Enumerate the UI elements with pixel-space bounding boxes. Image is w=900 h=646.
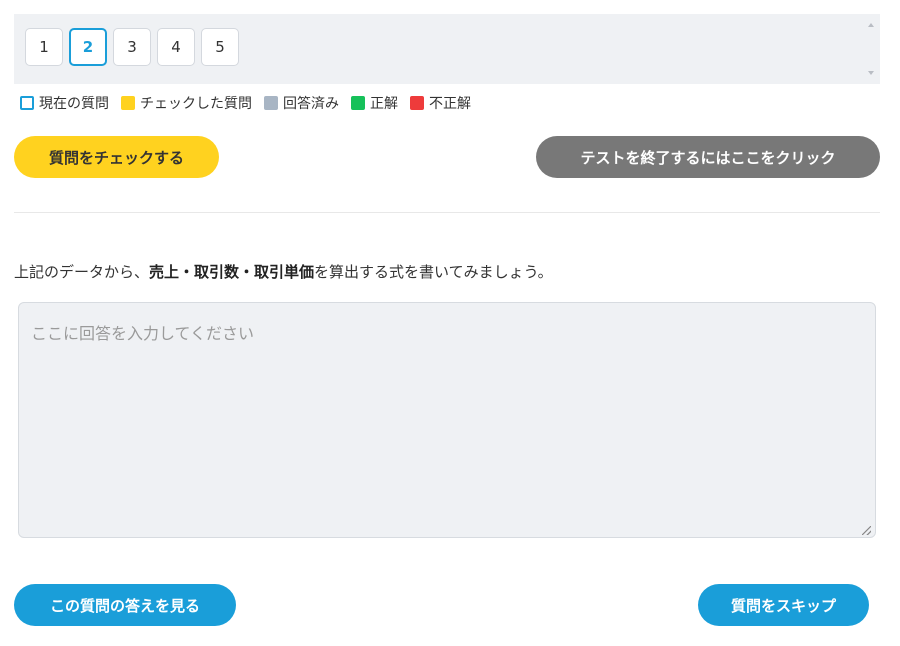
- divider: [14, 212, 880, 213]
- scroll-down-arrow-icon[interactable]: [868, 71, 874, 75]
- question-3-button[interactable]: 3: [113, 28, 151, 66]
- skip-question-button[interactable]: 質問をスキップ: [698, 584, 869, 626]
- checked-swatch-icon: [121, 96, 135, 110]
- legend-answered-label: 回答済み: [283, 96, 339, 112]
- quiz-page: 1 2 3 4 5 現在の質問 チェックした質問 回答済み 正解 不正解 質問を…: [0, 0, 900, 646]
- navigator-scrollbar[interactable]: [864, 14, 880, 84]
- legend-correct: 正解: [351, 93, 398, 113]
- legend-incorrect-label: 不正解: [429, 96, 471, 112]
- correct-swatch-icon: [351, 96, 365, 110]
- question-text: 上記のデータから、売上・取引数・取引単価を算出する式を書いてみましょう。: [14, 261, 553, 282]
- legend-checked: チェックした質問: [121, 93, 252, 113]
- resize-handle-icon[interactable]: [862, 526, 871, 535]
- finish-test-button[interactable]: テストを終了するにはここをクリック: [536, 136, 880, 178]
- current-swatch-icon: [20, 96, 34, 110]
- question-suffix: を算出する式を書いてみましょう。: [314, 263, 553, 281]
- legend-checked-label: チェックした質問: [140, 96, 252, 112]
- legend-correct-label: 正解: [370, 96, 398, 112]
- scroll-up-arrow-icon[interactable]: [868, 23, 874, 27]
- answer-textarea[interactable]: [18, 302, 876, 538]
- question-number-list: 1 2 3 4 5: [25, 28, 239, 66]
- incorrect-swatch-icon: [410, 96, 424, 110]
- question-4-button[interactable]: 4: [157, 28, 195, 66]
- question-emphasis: 売上・取引数・取引単価: [149, 263, 315, 281]
- question-navigator: 1 2 3 4 5: [14, 14, 880, 84]
- legend-current-label: 現在の質問: [39, 96, 109, 112]
- question-2-button[interactable]: 2: [69, 28, 107, 66]
- status-legend: 現在の質問 チェックした質問 回答済み 正解 不正解: [20, 93, 483, 113]
- legend-current: 現在の質問: [20, 93, 109, 113]
- show-answer-button[interactable]: この質問の答えを見る: [14, 584, 236, 626]
- legend-answered: 回答済み: [264, 93, 339, 113]
- question-prefix: 上記のデータから、: [14, 263, 150, 281]
- question-1-button[interactable]: 1: [25, 28, 63, 66]
- answered-swatch-icon: [264, 96, 278, 110]
- check-question-button[interactable]: 質問をチェックする: [14, 136, 219, 178]
- legend-incorrect: 不正解: [410, 93, 471, 113]
- question-5-button[interactable]: 5: [201, 28, 239, 66]
